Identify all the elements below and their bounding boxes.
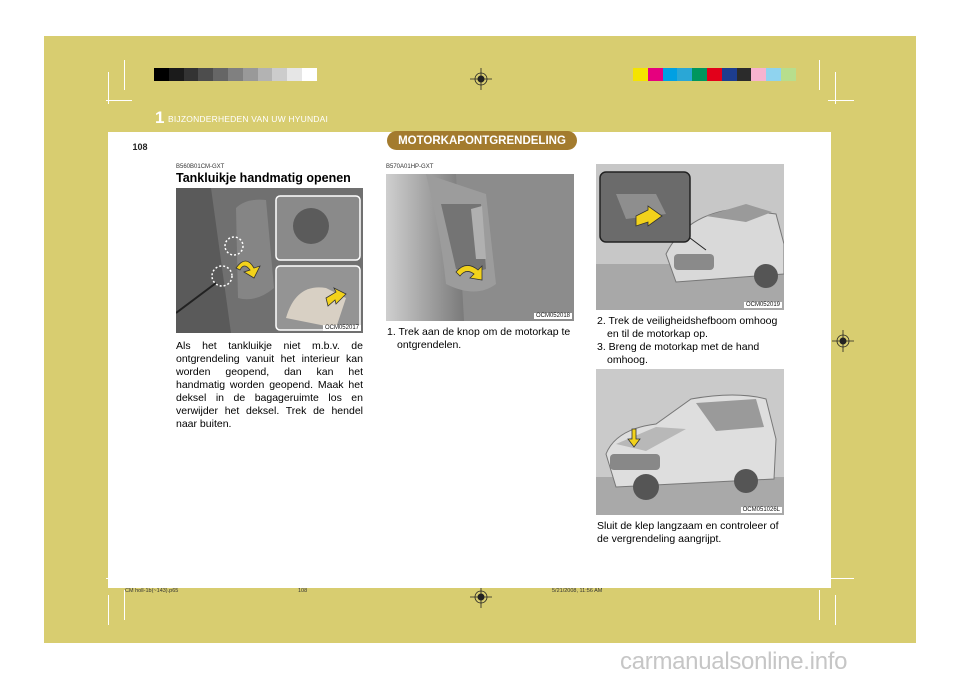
fuel-door-drawing — [176, 188, 363, 333]
registration-target-icon — [470, 68, 492, 90]
closing-text: Sluit de klep langzaam en controleer of … — [597, 520, 779, 545]
hood-release-knob-illustration: OCM052018 — [386, 174, 574, 321]
watermark: carmanualsonline.info — [620, 648, 848, 675]
chapter-title: BIJZONDERHEDEN VAN UW HYUNDAI — [168, 114, 329, 124]
hood-open-illustration: OCM051026L — [596, 369, 784, 515]
chapter-number: 1 — [155, 108, 165, 127]
instruction-list: 2. Trek de veiligheidshefboom omhoog en … — [597, 315, 784, 367]
crop-mark — [828, 100, 854, 101]
safety-lever-illustration: OCM052019 — [596, 164, 784, 310]
fuel-door-illustration: OCM052017 — [176, 188, 363, 333]
crop-mark — [108, 595, 109, 625]
instruction-list: 1. Trek aan de knop om de motorkap te on… — [387, 326, 575, 352]
crop-mark — [106, 100, 132, 101]
body-text: Als het tankluikje niet m.b.v. de ontgre… — [176, 340, 363, 430]
registration-target-icon — [470, 586, 492, 608]
hood-release-drawing — [386, 174, 574, 321]
crop-mark — [124, 60, 125, 90]
image-caption: OCM052019 — [743, 302, 782, 308]
section-heading: Tankluikje handmatig openen — [176, 171, 351, 185]
registration-target-icon — [832, 330, 854, 352]
footer-page: 108 — [298, 588, 308, 594]
hood-open-drawing — [596, 369, 784, 515]
crop-mark — [124, 590, 125, 620]
page-number: 108 — [120, 138, 160, 156]
section-code: B560B01CM-GXT — [176, 164, 225, 170]
crop-mark — [819, 590, 820, 620]
section-code: B570A01HP-GXT — [386, 164, 434, 170]
image-caption: OCM051026L — [740, 507, 782, 513]
image-caption: OCM052017 — [322, 325, 361, 331]
section-title: MOTORKAPONTGRENDELING — [387, 131, 577, 150]
crop-mark — [835, 595, 836, 625]
color-bar — [633, 68, 796, 81]
crop-mark — [819, 60, 820, 90]
footer-file: CM holl-1b(~143).p65 — [125, 588, 179, 594]
image-caption: OCM052018 — [533, 313, 572, 319]
step-2: 2. Trek de veiligheidshefboom omhoog en … — [597, 315, 778, 340]
safety-lever-drawing — [596, 164, 784, 310]
step-3: 3. Breng de motorkap met de hand omhoog. — [597, 341, 760, 366]
footer-datetime: 5/21/2008, 11:56 AM — [552, 588, 603, 594]
crop-mark — [828, 578, 854, 579]
step-1: 1. Trek aan de knop om de motorkap te on… — [387, 326, 571, 351]
grayscale-color-bar — [154, 68, 317, 81]
